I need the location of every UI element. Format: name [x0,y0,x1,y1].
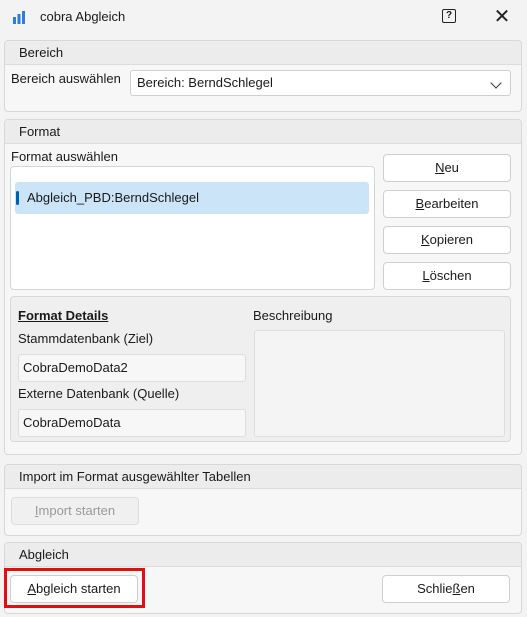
kopieren-mnemonic: K [420,232,430,247]
schliessen-label-rest: en [460,581,475,596]
format-label: Format auswählen [11,149,118,164]
schliessen-label-pre: Schlie [417,581,453,596]
help-glyph: ? [445,10,453,21]
format-list[interactable]: Abgleich_PBD:BerndSchlegel [10,166,375,290]
schliessen-button[interactable]: Schließen [382,575,510,603]
stammdatenbank-label: Stammdatenbank (Ziel) [18,331,154,346]
import-header: Import im Format ausgewählter Tabellen [5,465,521,489]
externe-datenbank-label: Externe Datenbank (Quelle) [18,386,180,401]
loeschen-label: öschen [429,268,472,283]
import-starten-button[interactable]: Import starten [11,497,139,525]
kopieren-button[interactable]: Kopieren [383,226,511,254]
list-item[interactable]: Abgleich_PBD:BerndSchlegel [15,182,369,214]
format-details-title: Format Details [18,308,109,323]
format-header: Format [5,120,521,144]
bereich-header: Bereich [5,41,521,65]
chevron-down-icon [490,77,502,89]
window-title: cobra Abgleich [40,9,126,24]
beschreibung-label: Beschreibung [253,308,333,323]
help-icon[interactable]: ? [442,9,456,23]
loeschen-button[interactable]: Löschen [383,262,511,290]
chart-bars-icon [13,11,25,24]
neu-button[interactable]: Neu [383,154,511,182]
close-icon[interactable]: ✕ [492,5,512,29]
bearbeiten-label: earbeiten [424,196,479,211]
bearbeiten-button[interactable]: Bearbeiten [383,190,511,218]
abgleich-header: Abgleich [5,543,521,567]
stammdatenbank-field: CobraDemoData2 [18,354,246,382]
list-item-label: Abgleich_PBD:BerndSchlegel [27,190,199,205]
kopieren-label: opieren [429,232,474,247]
bereich-select[interactable]: Bereich: BerndSchlegel [130,70,511,96]
neu-label: eu [444,160,459,175]
loeschen-mnemonic: L [422,268,430,283]
close-glyph: ✕ [493,6,511,28]
bereich-select-value: Bereich: BerndSchlegel [137,75,273,90]
beschreibung-field [254,330,505,437]
bereich-label: Bereich auswählen [11,71,121,86]
title-bar: cobra Abgleich ? ✕ [0,0,527,36]
selection-indicator [16,191,19,205]
externe-datenbank-field: CobraDemoData [18,409,246,437]
bearbeiten-mnemonic: B [415,196,425,211]
import-label: mport starten [38,503,116,518]
highlight-box [4,568,145,608]
